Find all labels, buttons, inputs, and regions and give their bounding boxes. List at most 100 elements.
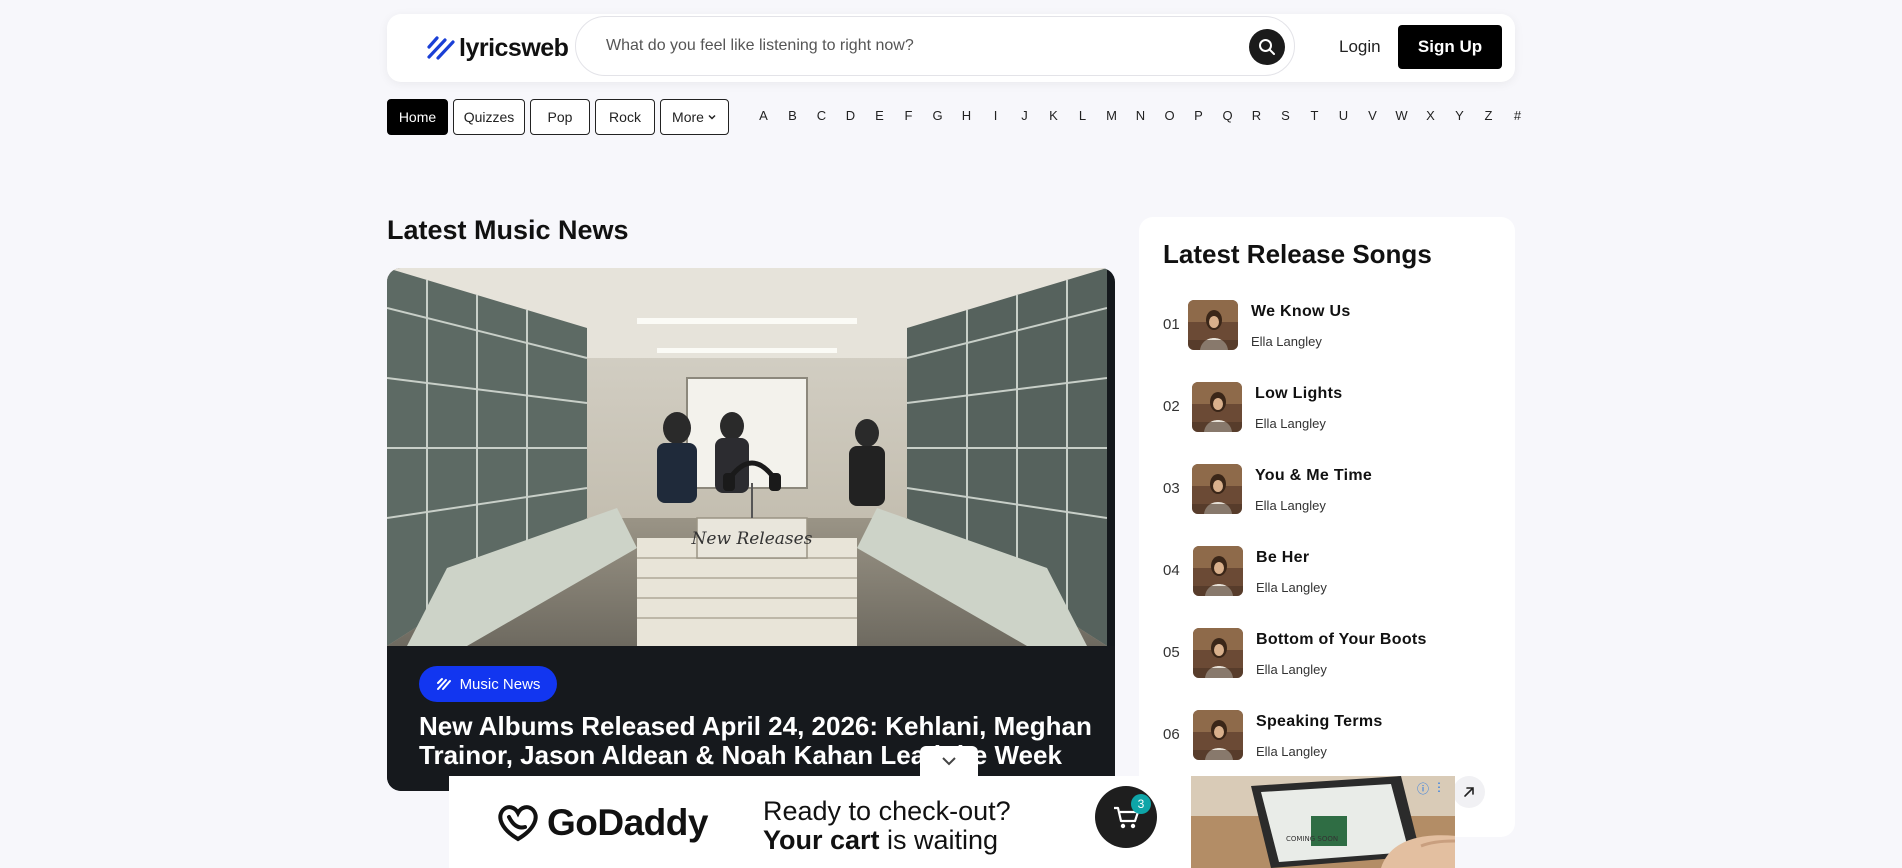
category-badge-label: Music News bbox=[459, 675, 541, 693]
chevron-down-icon bbox=[942, 757, 956, 766]
ad-menu-icon[interactable]: ⋮ bbox=[1433, 780, 1445, 797]
song-artist[interactable]: Ella Langley bbox=[1256, 662, 1327, 677]
alpha-link[interactable]: O bbox=[1155, 108, 1184, 126]
song-item[interactable]: 06 Speaking Terms Ella Langley bbox=[1163, 710, 1503, 762]
song-title[interactable]: Bottom of Your Boots bbox=[1256, 631, 1427, 649]
login-link[interactable]: Login bbox=[1339, 37, 1381, 57]
song-title[interactable]: Low Lights bbox=[1255, 385, 1342, 403]
song-item[interactable]: 04 Be Her Ella Langley bbox=[1163, 546, 1503, 598]
site-logo[interactable]: lyricsweb bbox=[426, 32, 569, 64]
alpha-link[interactable]: Y bbox=[1445, 108, 1474, 126]
alpha-link[interactable]: D bbox=[836, 108, 865, 126]
alpha-link[interactable]: H bbox=[952, 108, 981, 126]
song-title[interactable]: We Know Us bbox=[1251, 303, 1351, 321]
alpha-link[interactable]: L bbox=[1068, 108, 1097, 126]
song-artist[interactable]: Ella Langley bbox=[1256, 744, 1327, 759]
song-item[interactable]: 01 We Know Us Ella Langley bbox=[1163, 300, 1503, 352]
song-title[interactable]: Speaking Terms bbox=[1256, 713, 1383, 731]
alpha-link[interactable]: # bbox=[1503, 108, 1532, 126]
expand-button[interactable] bbox=[1453, 776, 1485, 808]
cart-icon: 3 bbox=[1095, 786, 1157, 848]
featured-news-caption: Music News New Albums Released April 24,… bbox=[387, 646, 1115, 791]
alpha-link[interactable]: B bbox=[778, 108, 807, 126]
ad-collapse-button[interactable] bbox=[920, 746, 978, 776]
signup-button[interactable]: Sign Up bbox=[1398, 25, 1502, 69]
song-title[interactable]: Be Her bbox=[1256, 549, 1309, 567]
ad-subheadline: Your cart is waiting bbox=[763, 825, 998, 856]
alpha-link[interactable]: G bbox=[923, 108, 952, 126]
song-artist[interactable]: Ella Langley bbox=[1255, 416, 1326, 431]
search-box[interactable]: What do you feel like listening to right… bbox=[575, 16, 1295, 76]
song-artist[interactable]: Ella Langley bbox=[1251, 334, 1322, 349]
alpha-link[interactable]: N bbox=[1126, 108, 1155, 126]
alpha-link[interactable]: C bbox=[807, 108, 836, 126]
alpha-link[interactable]: R bbox=[1242, 108, 1271, 126]
song-item[interactable]: 05 Bottom of Your Boots Ella Langley bbox=[1163, 628, 1503, 680]
song-cover-image bbox=[1193, 710, 1243, 760]
nav-home-button[interactable]: Home bbox=[387, 99, 448, 135]
alpha-link[interactable]: V bbox=[1358, 108, 1387, 126]
alpha-link[interactable]: T bbox=[1300, 108, 1329, 126]
site-header: lyricsweb What do you feel like listenin… bbox=[387, 14, 1515, 82]
song-cover-image bbox=[1192, 382, 1242, 432]
song-cover-image bbox=[1188, 300, 1238, 350]
logo-mark-icon bbox=[427, 36, 455, 60]
song-number: 05 bbox=[1163, 644, 1180, 661]
song-cover-image bbox=[1193, 628, 1243, 678]
alpha-link[interactable]: P bbox=[1184, 108, 1213, 126]
search-icon bbox=[1259, 39, 1275, 55]
alpha-link[interactable]: S bbox=[1271, 108, 1300, 126]
song-number: 01 bbox=[1163, 316, 1180, 333]
featured-news-headline[interactable]: New Albums Released April 24, 2026: Kehl… bbox=[419, 712, 1099, 770]
latest-release-songs-card: Latest Release Songs 01 We Know Us Ella La… bbox=[1139, 217, 1515, 837]
ad-banner[interactable]: GoDaddy Ready to check-out? Your cart is… bbox=[449, 776, 1455, 868]
nav-rock-button[interactable]: Rock bbox=[595, 99, 655, 135]
alpha-link[interactable]: M bbox=[1097, 108, 1126, 126]
ad-subheadline-bold: Your cart bbox=[763, 825, 880, 855]
nav-more-button[interactable]: More bbox=[660, 99, 729, 135]
song-artist[interactable]: Ella Langley bbox=[1255, 498, 1326, 513]
ad-brand-logo: GoDaddy bbox=[495, 802, 708, 844]
chevron-down-icon bbox=[708, 114, 716, 120]
alpha-link[interactable]: U bbox=[1329, 108, 1358, 126]
alpha-link[interactable]: W bbox=[1387, 108, 1416, 126]
nav-pop-button[interactable]: Pop bbox=[530, 99, 590, 135]
logo-text: lyricsweb bbox=[459, 33, 569, 62]
alpha-link[interactable]: A bbox=[749, 108, 778, 126]
song-cover-image bbox=[1192, 464, 1242, 514]
featured-news-image: New Releases bbox=[387, 268, 1107, 646]
ad-laptop-photo: COMING SOON bbox=[1191, 776, 1455, 868]
song-number: 02 bbox=[1163, 398, 1180, 415]
alpha-link[interactable]: X bbox=[1416, 108, 1445, 126]
cart-count-badge: 3 bbox=[1131, 794, 1151, 814]
alphabet-index: A B C D E F G H I J K L M N O P Q R S T U V W X Y Z # bbox=[749, 108, 1532, 126]
search-input[interactable]: What do you feel like listening to right… bbox=[606, 37, 914, 55]
ad-info-icon[interactable]: ⓘ bbox=[1417, 780, 1429, 797]
category-badge[interactable]: Music News bbox=[419, 666, 557, 702]
ad-info-controls[interactable]: ⓘ ⋮ bbox=[1417, 780, 1445, 797]
search-button[interactable] bbox=[1249, 29, 1285, 65]
song-artist[interactable]: Ella Langley bbox=[1256, 580, 1327, 595]
song-item[interactable]: 03 You & Me Time Ella Langley bbox=[1163, 464, 1503, 516]
song-title[interactable]: You & Me Time bbox=[1255, 467, 1372, 485]
alpha-link[interactable]: Q bbox=[1213, 108, 1242, 126]
nav-quizzes-button[interactable]: Quizzes bbox=[453, 99, 525, 135]
alpha-link[interactable]: J bbox=[1010, 108, 1039, 126]
featured-news-card[interactable]: New Releases Music News New Albums Relea… bbox=[387, 268, 1115, 791]
alpha-link[interactable]: Z bbox=[1474, 108, 1503, 126]
arrow-up-right-icon bbox=[1464, 787, 1474, 797]
category-nav: Home Quizzes Pop Rock More bbox=[387, 99, 734, 135]
alpha-link[interactable]: F bbox=[894, 108, 923, 126]
song-number: 04 bbox=[1163, 562, 1180, 579]
ad-headline: Ready to check-out? bbox=[763, 796, 1011, 826]
alpha-link[interactable]: I bbox=[981, 108, 1010, 126]
song-number: 03 bbox=[1163, 480, 1180, 497]
news-section-title: Latest Music News bbox=[387, 215, 629, 245]
alpha-link[interactable]: K bbox=[1039, 108, 1068, 126]
song-cover-image bbox=[1193, 546, 1243, 596]
ad-brand-name: GoDaddy bbox=[547, 802, 708, 843]
song-item[interactable]: 02 Low Lights Ella Langley bbox=[1163, 382, 1503, 434]
nav-more-label: More bbox=[672, 109, 704, 125]
alpha-link[interactable]: E bbox=[865, 108, 894, 126]
godaddy-logo-icon bbox=[498, 805, 538, 842]
